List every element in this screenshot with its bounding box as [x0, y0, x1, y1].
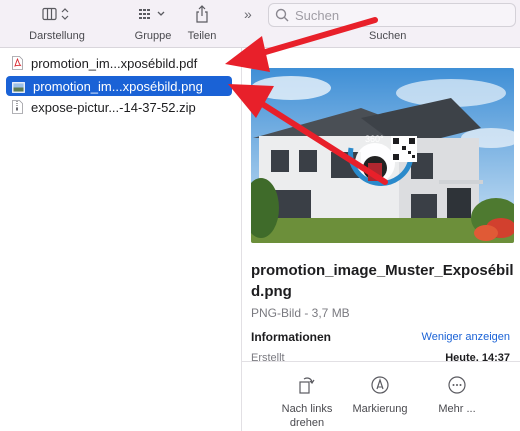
toolbar-overflow-icon[interactable]: »: [244, 6, 252, 22]
search-icon: [275, 8, 289, 22]
markup-pen-icon: [370, 374, 390, 396]
file-row-pdf[interactable]: promotion_im...xposébild.pdf: [6, 53, 232, 73]
preview-pane: 360° promotion_image_Muster_Exposébild.p…: [242, 48, 520, 431]
show-less-link[interactable]: Weniger anzeigen: [422, 331, 510, 343]
file-row-png[interactable]: promotion_im...xposébild.png: [6, 76, 232, 96]
view-mode-label: Darstellung: [29, 30, 85, 42]
file-name: promotion_im...xposébild.png: [33, 78, 203, 94]
more-label: Mehr ...: [438, 403, 476, 415]
group-button[interactable]: Gruppe: [128, 4, 178, 42]
toolbar: Darstellung Gruppe Teilen » Suchen Suche…: [0, 0, 520, 48]
markup-button[interactable]: Markierung: [348, 374, 412, 416]
more-button[interactable]: Mehr ...: [422, 374, 492, 416]
file-name: expose-pictur...-14-37-52.zip: [31, 99, 196, 115]
info-heading: Informationen: [251, 330, 331, 344]
tour-360-badge: 360°: [365, 134, 384, 144]
rotate-left-icon: [298, 374, 316, 396]
share-label: Teilen: [187, 30, 217, 42]
view-columns-icon: [42, 4, 72, 24]
markup-label: Markierung: [352, 403, 408, 415]
search-field[interactable]: Suchen: [268, 3, 516, 27]
more-ellipsis-icon: [447, 374, 467, 396]
preview-thumbnail: 360°: [251, 68, 514, 243]
group-label: Gruppe: [134, 30, 172, 42]
preview-file-kind-size: PNG-Bild - 3,7 MB: [251, 306, 350, 320]
view-mode-button[interactable]: Darstellung: [24, 4, 90, 42]
share-button[interactable]: Teilen: [182, 4, 222, 42]
search-label: Suchen: [369, 30, 407, 42]
rotate-left-button[interactable]: Nach links drehen: [272, 374, 342, 430]
image-file-icon: [12, 81, 25, 93]
zip-file-icon: [12, 100, 23, 114]
file-row-zip[interactable]: expose-pictur...-14-37-52.zip: [6, 97, 232, 117]
file-list: promotion_im...xposébild.pdf promotion_i…: [0, 48, 240, 431]
group-grid-icon: [138, 4, 168, 24]
file-name: promotion_im...xposébild.pdf: [31, 55, 198, 71]
pdf-file-icon: [12, 56, 23, 70]
share-icon: [195, 4, 209, 24]
rotate-left-label-1: Nach links: [281, 403, 333, 415]
rotate-left-label-2: drehen: [289, 417, 325, 429]
search-placeholder: Suchen: [295, 7, 340, 23]
preview-file-title: promotion_image_Muster_Exposébild.png: [251, 262, 514, 300]
